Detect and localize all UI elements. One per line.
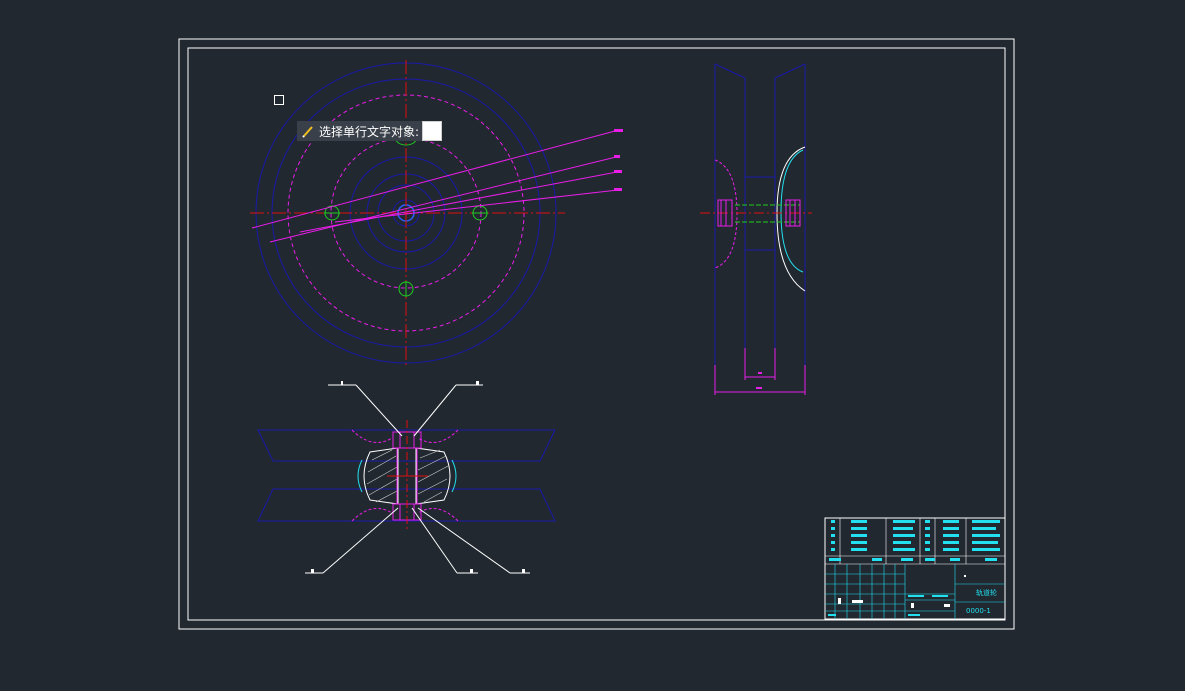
command-prompt-text: 选择单行文字对象: bbox=[319, 124, 420, 139]
section-view[interactable] bbox=[257, 381, 556, 574]
title-block-name: 轨道轮 bbox=[976, 588, 997, 597]
side-view[interactable] bbox=[700, 63, 812, 395]
title-block[interactable] bbox=[824, 517, 1006, 620]
front-view-wheel[interactable] bbox=[250, 60, 623, 368]
command-prompt-tooltip: 选择单行文字对象: bbox=[297, 121, 424, 141]
drawing-canvas[interactable]: 轨道轮 0000-1 bbox=[0, 0, 1185, 691]
pencil-icon bbox=[302, 126, 313, 138]
title-block-code: 0000-1 bbox=[966, 607, 991, 615]
command-prompt-input[interactable] bbox=[422, 121, 442, 141]
pickbox-cursor bbox=[274, 95, 284, 105]
